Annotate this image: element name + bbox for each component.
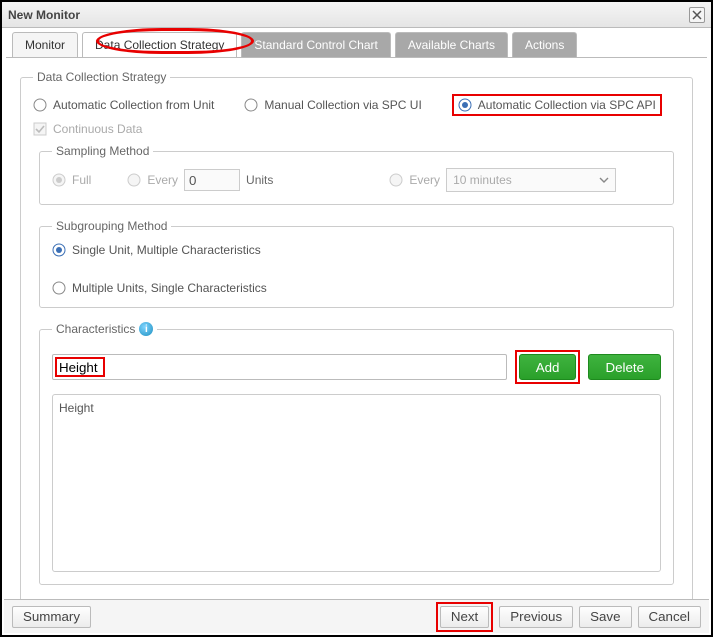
radio-icon <box>389 173 403 187</box>
characteristics-list[interactable]: Height <box>52 394 661 572</box>
next-button[interactable]: Next <box>440 606 489 628</box>
fieldset-sampling-method: Sampling Method Full Every <box>39 144 674 205</box>
radio-label: Automatic Collection from Unit <box>53 98 214 112</box>
close-icon <box>692 10 702 20</box>
titlebar: New Monitor <box>2 2 711 28</box>
legend-characteristics: Characteristics i <box>52 322 157 336</box>
close-button[interactable] <box>689 7 705 23</box>
sampling-interval-select: 10 minutes <box>446 168 616 192</box>
characteristic-input[interactable] <box>52 354 507 380</box>
characteristics-toolbar: Add Delete <box>52 350 661 384</box>
cancel-button[interactable]: Cancel <box>638 606 702 628</box>
radio-sampling-full: Full <box>52 173 91 187</box>
highlight-box-auto-api: Automatic Collection via SPC API <box>452 94 662 116</box>
radio-icon <box>244 98 258 112</box>
tab-monitor[interactable]: Monitor <box>12 32 78 57</box>
radio-auto-from-unit[interactable]: Automatic Collection from Unit <box>33 98 214 112</box>
sampling-count-input <box>184 169 240 191</box>
highlight-box-next: Next <box>436 602 493 632</box>
char-input-wrap <box>52 354 507 380</box>
summary-button[interactable]: Summary <box>12 606 91 628</box>
window-title: New Monitor <box>8 8 80 22</box>
radio-label: Multiple Units, Single Characteristics <box>72 281 267 295</box>
info-icon[interactable]: i <box>139 322 153 336</box>
highlight-box-add: Add <box>515 350 581 384</box>
dialog-window: New Monitor Monitor Data Collection Stra… <box>0 0 713 637</box>
tab-actions[interactable]: Actions <box>512 32 577 57</box>
checkbox-label: Continuous Data <box>53 122 142 136</box>
checkbox-continuous-data: Continuous Data <box>33 122 680 136</box>
legend-subgrouping: Subgrouping Method <box>52 219 171 233</box>
radio-label: Every <box>147 173 178 187</box>
tab-content: Data Collection Strategy Automatic Colle… <box>6 57 707 619</box>
radio-single-unit[interactable]: Single Unit, Multiple Characteristics <box>52 243 661 257</box>
units-label: Units <box>246 173 273 187</box>
radio-label: Manual Collection via SPC UI <box>264 98 421 112</box>
collection-mode-row: Automatic Collection from Unit Manual Co… <box>33 94 680 116</box>
add-button[interactable]: Add <box>519 354 577 380</box>
radio-manual-spc-ui[interactable]: Manual Collection via SPC UI <box>244 98 421 112</box>
fieldset-data-collection-strategy: Data Collection Strategy Automatic Colle… <box>20 70 693 612</box>
fieldset-characteristics: Characteristics i Add Delete Height <box>39 322 674 585</box>
radio-label: Single Unit, Multiple Characteristics <box>72 243 261 257</box>
chevron-down-icon <box>599 175 609 185</box>
tab-available-charts[interactable]: Available Charts <box>395 32 508 57</box>
select-value: 10 minutes <box>453 173 512 187</box>
list-item[interactable]: Height <box>59 399 654 417</box>
radio-sampling-every-units: Every Units <box>127 169 273 191</box>
radio-multiple-units[interactable]: Multiple Units, Single Characteristics <box>52 281 661 295</box>
footer-bar: Summary Next Previous Save Cancel <box>4 599 709 633</box>
radio-icon <box>127 173 141 187</box>
radio-icon <box>52 243 66 257</box>
delete-button[interactable]: Delete <box>588 354 661 380</box>
radio-sampling-every-interval: Every 10 minutes <box>389 168 616 192</box>
tab-data-collection-strategy[interactable]: Data Collection Strategy <box>82 32 237 57</box>
previous-button[interactable]: Previous <box>499 606 573 628</box>
radio-icon <box>52 281 66 295</box>
radio-label: Full <box>72 173 91 187</box>
radio-icon <box>52 173 66 187</box>
radio-icon <box>33 98 47 112</box>
legend-text: Characteristics <box>56 322 135 336</box>
tab-bar: Monitor Data Collection Strategy Standar… <box>12 32 701 57</box>
legend-sampling: Sampling Method <box>52 144 153 158</box>
legend-dcs: Data Collection Strategy <box>33 70 170 84</box>
radio-label: Every <box>409 173 440 187</box>
save-button[interactable]: Save <box>579 606 631 628</box>
checkbox-icon <box>33 122 47 136</box>
radio-icon <box>458 98 472 112</box>
fieldset-subgrouping-method: Subgrouping Method Single Unit, Multiple… <box>39 219 674 308</box>
radio-label: Automatic Collection via SPC API <box>478 98 656 112</box>
radio-auto-spc-api[interactable]: Automatic Collection via SPC API <box>458 98 656 112</box>
tab-standard-control-chart[interactable]: Standard Control Chart <box>241 32 390 57</box>
